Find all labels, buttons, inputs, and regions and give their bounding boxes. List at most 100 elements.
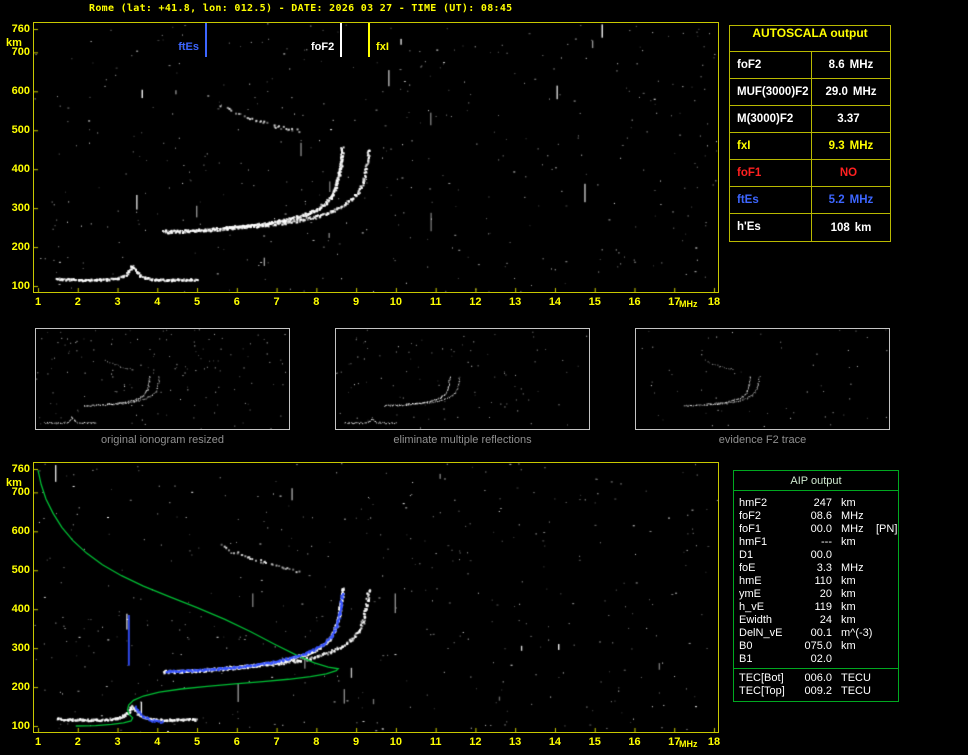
x-axis-tick-label: 3 xyxy=(114,736,120,748)
thumbnail-label-original: original ionogram resized xyxy=(36,434,289,446)
autoscala-row-label: MUF(3000)F2 xyxy=(730,79,812,105)
x-axis-tick-label: 18 xyxy=(708,296,720,308)
autoscala-value-unit: km xyxy=(855,222,872,234)
aip-row-unit: m^(-3) xyxy=(841,627,873,640)
marker-line-fxI xyxy=(368,23,370,57)
aip-row: hmF1---km xyxy=(734,536,898,549)
x-axis-tick-label: 8 xyxy=(313,736,319,748)
autoscala-value-number: 9.3 xyxy=(829,140,845,152)
x-axis-tick-label: 3 xyxy=(114,296,120,308)
aip-row-value: 110 xyxy=(796,575,832,588)
aip-row-value: 24 xyxy=(796,614,832,627)
aip-row-value: 3.3 xyxy=(796,562,832,575)
aip-row: foE3.3MHz xyxy=(734,562,898,575)
aip-row-value: 02.0 xyxy=(796,653,832,666)
aip-tec-unit: TECU xyxy=(841,672,873,685)
autoscala-row-label: fxI xyxy=(730,133,812,159)
ionogram-canvas-top xyxy=(34,23,718,292)
thumbnail-label-filtered: eliminate multiple reflections xyxy=(336,434,589,446)
aip-row-label: foE xyxy=(739,562,796,575)
aip-row-unit: km xyxy=(841,497,873,510)
aip-row-value: --- xyxy=(796,536,832,549)
autoscala-row: fxI 9.3 MHz xyxy=(730,133,890,160)
aip-row-label: foF2 xyxy=(739,510,796,523)
aip-tec-label: TEC[Top] xyxy=(739,685,796,698)
y-axis-tick-label: 200 xyxy=(4,682,30,692)
aip-table-body: hmF2247kmfoF208.6MHzfoF100.0MHz[PN]hmF1-… xyxy=(734,491,898,668)
x-axis-tick-label: 15 xyxy=(589,736,601,748)
autoscala-output-table: AUTOSCALA output foF28.6MHzMUF(3000)F229… xyxy=(729,25,891,242)
autoscala-value-number: NO xyxy=(840,167,857,179)
autoscala-table-body: foF28.6MHzMUF(3000)F229.0MHzM(3000)F23.3… xyxy=(730,52,890,241)
station-title: Rome (lat: +41.8, lon: 012.5) - DATE: 20… xyxy=(89,3,512,14)
y-axis-tick-label: 760 xyxy=(4,464,30,474)
aip-row-label: hmF2 xyxy=(739,497,796,510)
aip-row-unit: km xyxy=(841,536,873,549)
autoscala-row-value: 8.6 MHz xyxy=(812,59,890,71)
marker-line-ftEs xyxy=(205,23,207,57)
x-axis-tick-label: 15 xyxy=(589,296,601,308)
aip-row: ymE20km xyxy=(734,588,898,601)
aip-row: foF208.6 MHz xyxy=(734,510,898,523)
marker-label-ftEs: ftEs xyxy=(178,41,199,53)
aip-row-value: 08.6 xyxy=(796,510,832,523)
marker-label-foF2: foF2 xyxy=(311,41,334,53)
autoscala-value-number: 108 xyxy=(831,222,850,234)
thumbnail-eliminate-reflections: eliminate multiple reflections xyxy=(335,328,590,430)
aip-tec-section: TEC[Bot]006.0TECUTEC[Top]009.2 TECU xyxy=(734,668,898,701)
aip-tec-row: TEC[Bot]006.0TECU xyxy=(734,672,898,685)
aip-row: hmE110km xyxy=(734,575,898,588)
aip-tec-value: 009.2 xyxy=(796,685,832,698)
x-axis-tick-label: 13 xyxy=(509,736,521,748)
autoscala-row-label: h'Es xyxy=(730,214,812,241)
autoscala-row: h'Es 108 km xyxy=(730,214,890,241)
x-axis-tick-label: 4 xyxy=(154,296,160,308)
aip-row: Ewidth24km xyxy=(734,614,898,627)
autoscala-value-number: 3.37 xyxy=(837,113,859,125)
x-axis-tick-label: 12 xyxy=(469,296,481,308)
y-axis-tick-label: 300 xyxy=(4,643,30,653)
autoscala-value-unit: MHz xyxy=(850,140,874,152)
x-axis-tick-label: 6 xyxy=(234,736,240,748)
aip-row-unit: MHz xyxy=(841,510,873,523)
y-axis-tick-label: 100 xyxy=(4,721,30,731)
aip-row-label: foF1 xyxy=(739,523,796,536)
marker-label-fxI: fxI xyxy=(376,41,389,53)
aip-row-value: 247 xyxy=(796,497,832,510)
autoscala-value-unit: MHz xyxy=(850,59,874,71)
thumbnail-canvas-filtered xyxy=(336,329,589,429)
autoscala-row-label: M(3000)F2 xyxy=(730,106,812,132)
aip-tec-unit: TECU xyxy=(841,685,873,698)
aip-row-label: B1 xyxy=(739,653,796,666)
ionogram-plot-top: 760700600500400300200100km12345678910111… xyxy=(33,22,719,293)
y-axis-tick-label: 200 xyxy=(4,242,30,252)
x-axis-tick-label: 1 xyxy=(35,736,41,748)
aip-output-table: AIP output hmF2247kmfoF208.6MHzfoF100.0M… xyxy=(733,470,899,702)
aip-row: foF100.0MHz[PN] xyxy=(734,523,898,536)
x-axis-tick-label: 4 xyxy=(154,736,160,748)
autoscala-app-window: { "title": "Rome (lat: +41.8, lon: 012.5… xyxy=(0,0,968,755)
profile-canvas-bottom xyxy=(34,463,718,732)
x-axis-tick-label: 1 xyxy=(35,296,41,308)
autoscala-row-value: 108 km xyxy=(812,222,890,234)
aip-row-value: 00.0 xyxy=(796,549,832,562)
x-axis-tick-label: 10 xyxy=(390,296,402,308)
x-axis-tick-label: 10 xyxy=(390,736,402,748)
aip-row-label: Ewidth xyxy=(739,614,796,627)
autoscala-value-number: 8.6 xyxy=(829,59,845,71)
thumbnail-canvas-original xyxy=(36,329,289,429)
thumbnail-label-f2: evidence F2 trace xyxy=(636,434,889,446)
aip-row-label: B0 xyxy=(739,640,796,653)
y-axis-tick-label: 100 xyxy=(4,281,30,291)
aip-row-label: ymE xyxy=(739,588,796,601)
autoscala-row: M(3000)F2 3.37 xyxy=(730,106,890,133)
autoscala-table-header: AUTOSCALA output xyxy=(730,26,890,52)
aip-row-unit: km xyxy=(841,575,873,588)
aip-table-header: AIP output xyxy=(734,471,898,491)
autoscala-value-number: 29.0 xyxy=(825,86,847,98)
autoscala-value-number: 5.2 xyxy=(829,194,845,206)
y-axis-tick-label: 400 xyxy=(4,164,30,174)
y-axis-unit-label: km xyxy=(4,478,30,488)
aip-row-unit: MHz xyxy=(841,523,873,536)
autoscala-value-unit: MHz xyxy=(853,86,877,98)
